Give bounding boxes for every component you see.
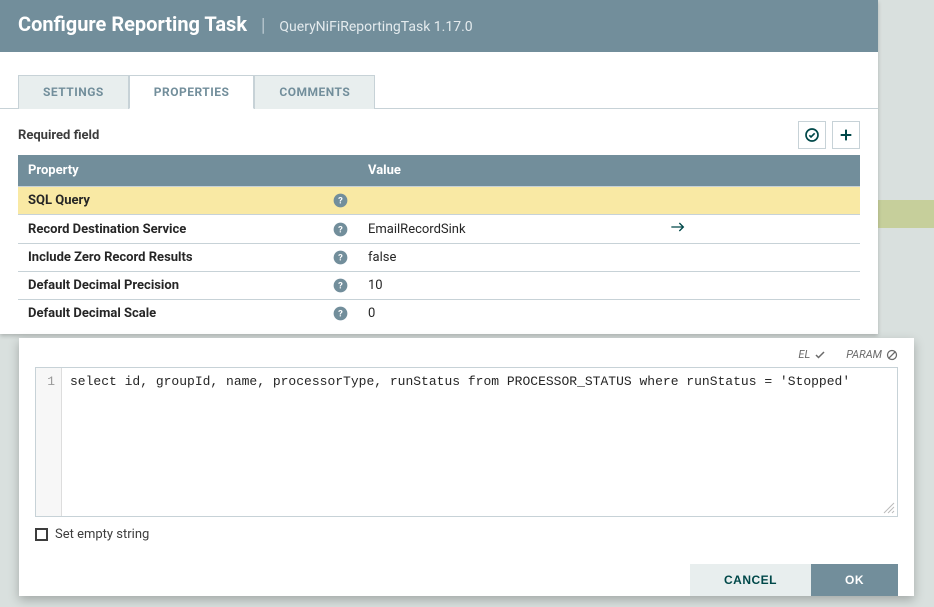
property-name: Record Destination Service [28,222,186,237]
table-row[interactable]: Record Destination Service ? EmailRecord… [18,215,860,244]
property-actions [660,244,860,272]
configure-dialog: Configure Reporting Task | QueryNiFiRepo… [0,0,878,334]
svg-text:?: ? [338,196,343,207]
param-label: PARAM [846,348,882,361]
line-gutter: 1 [36,368,62,516]
svg-text:?: ? [338,309,343,320]
svg-text:?: ? [338,224,343,235]
line-number: 1 [36,374,55,389]
set-empty-label: Set empty string [55,527,149,542]
set-empty-string-checkbox[interactable]: Set empty string [35,527,898,542]
disallowed-icon [886,349,898,361]
check-icon [814,349,826,361]
el-label: EL [798,348,810,361]
property-value[interactable]: 10 [358,272,660,300]
plus-icon [838,127,854,143]
panel-subheader: Required field [18,121,860,149]
panel-actions [798,121,860,149]
tab-bar: SETTINGS PROPERTIES COMMENTS [0,74,878,109]
resize-handle-icon[interactable] [883,502,895,514]
property-actions [660,187,860,215]
required-field-label: Required field [18,128,99,143]
ok-button[interactable]: OK [811,564,898,596]
title-separator: | [261,15,265,36]
svg-text:?: ? [338,253,343,264]
property-name: Default Decimal Scale [28,306,156,321]
add-property-button[interactable] [832,121,860,149]
properties-panel: Required field Property Value [0,109,878,327]
property-name: Include Zero Record Results [28,250,193,265]
col-property: Property [18,155,358,187]
table-row[interactable]: Default Decimal Scale ? 0 [18,300,860,328]
property-name-cell: Default Decimal Precision ? [28,278,348,293]
el-supported-flag: EL [798,348,826,361]
property-name-cell: Include Zero Record Results ? [28,250,348,265]
tab-properties[interactable]: PROPERTIES [129,75,255,109]
property-name: Default Decimal Precision [28,278,179,293]
editor-flags: EL PARAM [35,348,898,361]
verify-button[interactable] [798,121,826,149]
background-decoration [878,200,934,228]
property-name: SQL Query [28,193,90,208]
goto-icon[interactable] [670,221,686,233]
table-row[interactable]: Include Zero Record Results ? false [18,244,860,272]
col-value: Value [358,155,660,187]
property-value[interactable]: false [358,244,660,272]
property-value[interactable]: EmailRecordSink [358,215,660,244]
tab-comments[interactable]: COMMENTS [254,75,375,109]
property-actions [660,215,860,244]
code-editor[interactable]: 1 select id, groupId, name, processorTyp… [35,367,898,517]
table-header-row: Property Value [18,155,860,187]
help-icon[interactable]: ? [333,250,348,265]
svg-text:?: ? [338,281,343,292]
param-supported-flag: PARAM [846,348,898,361]
property-actions [660,272,860,300]
checkbox-icon [35,528,48,541]
value-editor-popup: EL PARAM 1 select id, groupId, name, pro… [19,338,914,596]
code-content[interactable]: select id, groupId, name, processorType,… [62,368,897,516]
dialog-subtitle: QueryNiFiReportingTask 1.17.0 [279,19,472,35]
help-icon[interactable]: ? [333,222,348,237]
property-value[interactable]: 0 [358,300,660,328]
table-row[interactable]: Default Decimal Precision ? 10 [18,272,860,300]
check-circle-icon [804,127,820,143]
dialog-header: Configure Reporting Task | QueryNiFiRepo… [0,0,878,52]
cancel-button[interactable]: CANCEL [690,564,811,596]
table-row[interactable]: SQL Query ? [18,187,860,215]
property-actions [660,300,860,328]
properties-table: Property Value SQL Query ? [18,155,860,327]
editor-footer: CANCEL OK [35,564,898,596]
help-icon[interactable]: ? [333,278,348,293]
property-name-cell: SQL Query ? [28,193,348,208]
property-value[interactable] [358,187,660,215]
col-actions [660,155,860,187]
property-name-cell: Default Decimal Scale ? [28,306,348,321]
help-icon[interactable]: ? [333,193,348,208]
dialog-title: Configure Reporting Task [18,12,247,36]
help-icon[interactable]: ? [333,306,348,321]
property-name-cell: Record Destination Service ? [28,222,348,237]
tab-settings[interactable]: SETTINGS [18,75,129,109]
